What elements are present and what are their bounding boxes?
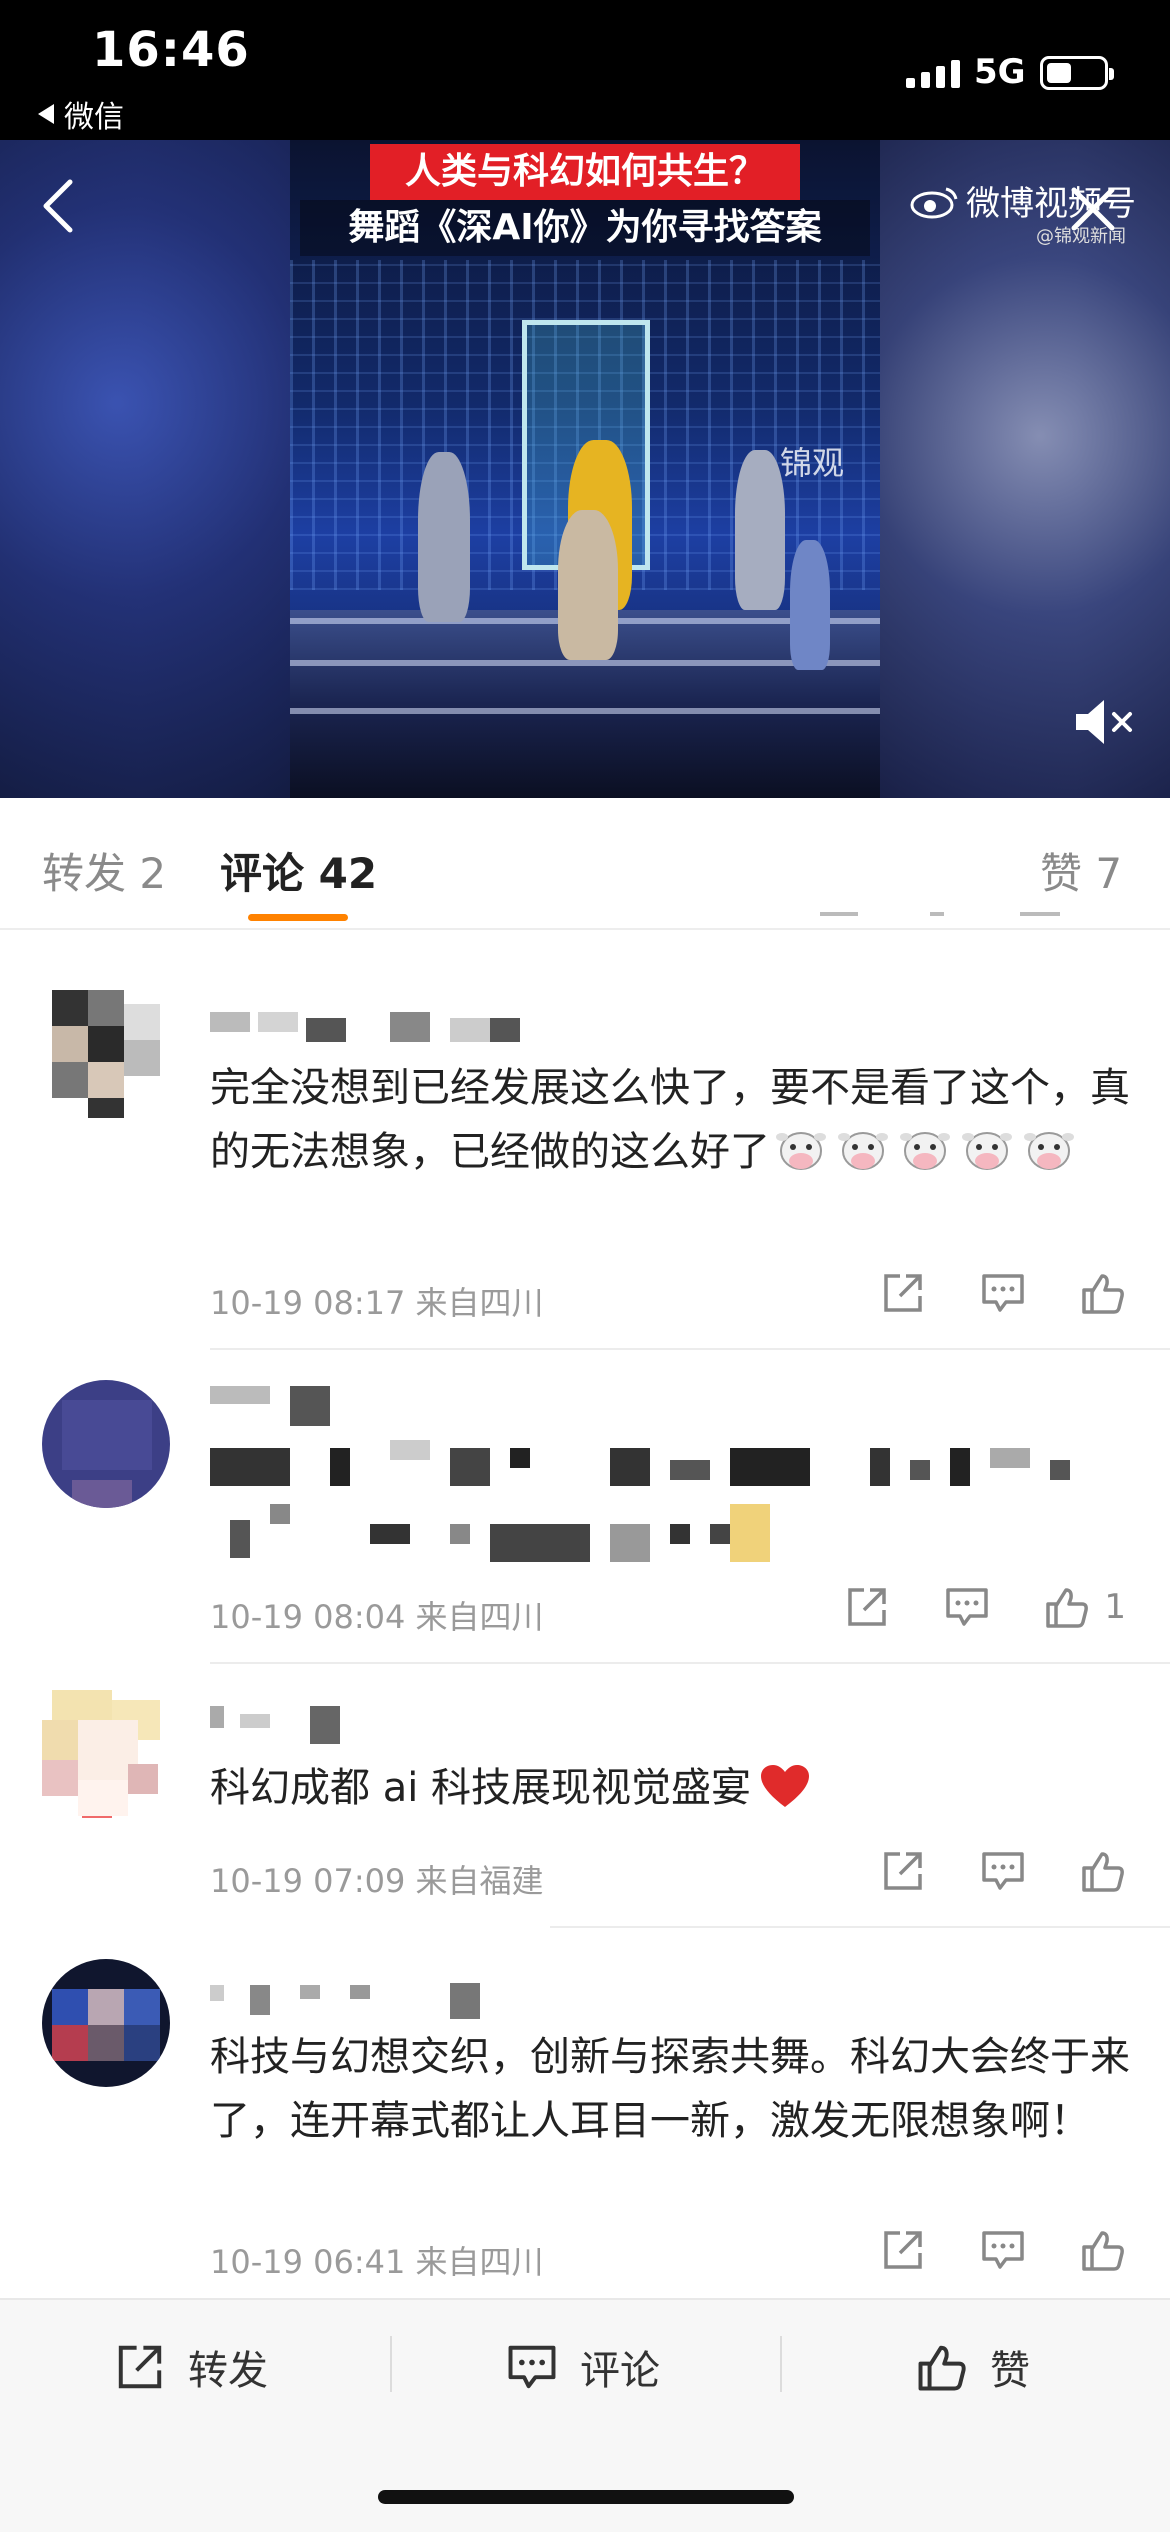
cow-face-emoji [776,1132,826,1170]
comment-text: 科技与幻想交织，创新与探索共舞。科幻大会终于来了，连开幕式都让人耳目一新，激发无… [210,2034,1130,2144]
like-icon[interactable] [1044,1584,1090,1630]
tab-comments[interactable]: 评论 42 [220,840,377,901]
cow-face-emoji [838,1132,888,1170]
cow-face-emoji [962,1132,1012,1170]
comment-meta: 10-19 07:09 来自福建 [210,1856,544,1902]
previous-comment-actions-stub [0,912,1170,926]
comment-meta: 10-19 06:41 来自四川 [210,2237,544,2283]
like-icon [918,2345,966,2391]
back-arrow-icon[interactable] [30,176,90,236]
video-caption-subtitle: 舞蹈《深AI你》为你寻找答案 [300,200,870,256]
comment-tabs: 转发 2 评论 42 赞 7 [0,798,1170,928]
comment-text-redacted [210,1440,1130,1580]
status-bar: 16:46 微信 5G [0,0,1170,140]
comment-text: 科幻成都 ai 科技展现视觉盛宴 [210,1756,1130,1820]
like-icon[interactable] [1080,1848,1126,1894]
tab-reposts[interactable]: 转发 2 [42,840,166,901]
back-app-label: 微信 [64,100,124,135]
home-indicator[interactable] [378,2490,794,2504]
video-player[interactable]: 人类与科幻如何共生？ 舞蹈《深AI你》为你寻找答案 锦观 微博视频号 @锦观新闻 [0,140,1170,798]
comment-item: 科幻成都 ai 科技展现视觉盛宴 10-19 07:09 来自福建 [0,1680,1170,1920]
share-icon[interactable] [880,2227,926,2273]
comment-actions [880,1848,1126,1894]
comment-time: 10-19 08:17 [210,1284,406,1322]
avatar[interactable] [42,990,170,1118]
comment-location: 来自四川 [415,1284,544,1322]
comment-time: 10-19 07:09 [210,1862,406,1900]
red-heart-emoji [761,1765,810,1807]
video-watermark: 锦观 [780,444,845,482]
comment-icon[interactable] [980,1270,1026,1316]
comment-icon[interactable] [980,1848,1026,1894]
comment-item: 10-19 08:04 来自四川 1 [0,1360,1170,1660]
avatar[interactable] [42,1380,170,1508]
like-icon[interactable] [1080,2227,1126,2273]
network-type: 5G [974,52,1026,92]
comment-icon[interactable] [944,1584,990,1630]
comment-meta: 10-19 08:17 来自四川 [210,1278,544,1324]
comment-actions: 1 [844,1584,1126,1630]
status-time: 16:46 [92,22,250,78]
comment-meta: 10-19 08:04 来自四川 [210,1592,544,1638]
avatar[interactable] [42,1959,170,2087]
mute-icon[interactable] [1072,696,1138,748]
signal-icon [906,58,960,88]
comment-label: 评论 [580,2348,660,2394]
cow-face-emoji [1024,1132,1074,1170]
comment-item: 科技与幻想交织，创新与探索共舞。科幻大会终于来了，连开幕式都让人耳目一新，激发无… [0,1955,1170,2295]
back-to-app-link[interactable]: 微信 [38,92,124,136]
repost-button[interactable]: 转发 [114,2338,268,2396]
tabs-divider [0,928,1170,930]
like-count: 1 [1104,1587,1126,1627]
comment-actions [880,2227,1126,2273]
comment-location: 来自四川 [415,1598,544,1636]
repost-label: 转发 [188,2348,268,2394]
comment-location: 来自四川 [415,2243,544,2281]
comment-button[interactable]: 评论 [506,2338,660,2396]
weibo-eye-icon [910,187,958,218]
share-icon[interactable] [880,1270,926,1316]
share-icon[interactable] [880,1848,926,1894]
close-icon[interactable] [1066,182,1120,236]
comment-icon [508,2345,556,2389]
comment-icon[interactable] [980,2227,1026,2273]
comment-location: 来自福建 [415,1862,544,1900]
like-button[interactable]: 赞 [916,2338,1030,2396]
back-triangle-icon [38,104,54,124]
comment-item: 完全没想到已经发展这么快了，要不是看了这个，真的无法想象，已经做的这么好了 10… [0,980,1170,1350]
video-caption-title: 人类与科幻如何共生？ [370,144,800,200]
avatar[interactable] [42,1690,170,1818]
comment-time: 10-19 08:04 [210,1598,406,1636]
repost-icon [118,2345,162,2389]
share-icon[interactable] [844,1584,890,1630]
cow-face-emoji [900,1132,950,1170]
tab-likes[interactable]: 赞 7 [1040,840,1122,901]
like-icon[interactable] [1080,1270,1126,1316]
comment-divider [210,1348,1170,1350]
comment-text: 完全没想到已经发展这么快了，要不是看了这个，真的无法想象，已经做的这么好了 [210,1065,1130,1175]
comment-actions [880,1270,1126,1316]
comment-divider [210,1662,1170,1664]
comment-divider [550,1926,1170,1928]
comment-time: 10-19 06:41 [210,2243,406,2281]
battery-icon [1040,56,1114,90]
like-label: 赞 [990,2348,1030,2394]
